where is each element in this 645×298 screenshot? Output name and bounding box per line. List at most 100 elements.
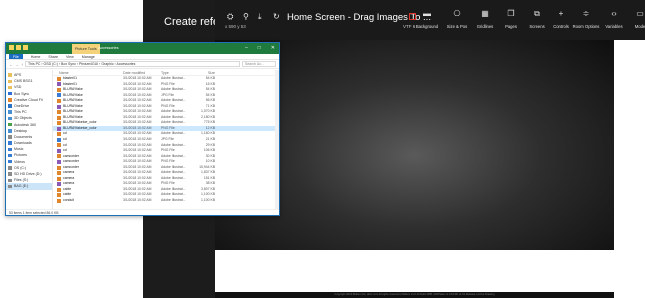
close-icon[interactable]: ✕ bbox=[271, 43, 275, 54]
file-icon bbox=[57, 193, 61, 198]
column-name[interactable]: Name bbox=[53, 70, 123, 75]
lock-icon: ⎔ bbox=[453, 9, 461, 18]
file-name-text: conduit bbox=[63, 198, 74, 203]
cursor-coordinates: x 590 y 53 bbox=[225, 24, 246, 29]
file-icon bbox=[57, 171, 61, 176]
window-name: Accessories bbox=[98, 46, 119, 50]
file-size: 1,100 KB bbox=[201, 198, 215, 203]
file-icon bbox=[57, 165, 61, 170]
drive-icon bbox=[8, 178, 12, 183]
quick-access-toolbar[interactable] bbox=[9, 45, 28, 50]
folder-icon[interactable] bbox=[9, 45, 14, 50]
sliders-icon: ≑ bbox=[582, 9, 590, 18]
cube-icon bbox=[8, 116, 12, 121]
box-icon bbox=[8, 91, 12, 96]
pin-icon[interactable]: ⚲ bbox=[243, 12, 249, 21]
tool-label: Background bbox=[415, 24, 439, 29]
file-icon bbox=[57, 143, 61, 148]
folder-icon[interactable] bbox=[16, 45, 21, 50]
file-icon bbox=[57, 121, 61, 126]
refresh-icon[interactable]: ↻ bbox=[273, 12, 280, 21]
file-icon bbox=[57, 187, 61, 192]
documents-icon bbox=[8, 135, 12, 139]
folder-icon[interactable] bbox=[23, 45, 28, 50]
file-icon bbox=[57, 148, 61, 153]
downloads-icon bbox=[8, 141, 12, 145]
drive-icon bbox=[8, 172, 12, 176]
file-icon bbox=[57, 176, 61, 181]
nav-item-label: BAG (E:) bbox=[14, 184, 29, 189]
folder-icon bbox=[8, 73, 12, 77]
file-icon bbox=[57, 76, 61, 81]
tool-size-pos[interactable]: ⎔ Size & Pos bbox=[442, 9, 472, 29]
videos-icon bbox=[8, 159, 12, 164]
drive-icon bbox=[8, 184, 12, 189]
tool-label: Room Options bbox=[572, 24, 600, 29]
address-bar-row: ← → ↑ This PC › OSD (C:) › Box Sync › Ph… bbox=[6, 60, 279, 69]
ribbon-tab-view[interactable]: View bbox=[66, 54, 74, 59]
file-name: conduit bbox=[53, 198, 123, 204]
footer-text: Copyright 2019 iRidium Inc. altrix.com A… bbox=[334, 293, 495, 296]
file-row[interactable]: conduit 3/1/2018 10:02 AM Adobe Illustrat.… bbox=[53, 198, 279, 204]
column-size[interactable]: Size bbox=[195, 70, 217, 75]
navigation-pane: APS CMS BSG1 VSD Box Sync Creative Cloud Fil… bbox=[6, 70, 53, 209]
minimize-icon[interactable]: – bbox=[245, 43, 248, 54]
file-icon bbox=[57, 93, 61, 98]
file-icon bbox=[57, 104, 61, 109]
tool-label: Mode bbox=[634, 24, 645, 29]
file-icon bbox=[57, 132, 61, 137]
file-date: 3/1/2018 10:02 AM bbox=[123, 198, 152, 203]
forward-arrow-icon[interactable]: → bbox=[15, 62, 19, 67]
picture-tools-tab[interactable]: Picture Tools bbox=[72, 44, 100, 54]
app-toolbar: ⛭ ⚲ ⤓ ↻ Home Screen - Drag Images To ...… bbox=[215, 0, 645, 40]
address-path[interactable]: This PC › OSD (C:) › Box Sync › Phraze4G… bbox=[25, 61, 240, 67]
file-icon bbox=[57, 137, 61, 142]
column-type[interactable]: Type bbox=[161, 70, 195, 75]
file-icon bbox=[57, 126, 61, 131]
download-icon[interactable]: ⤓ bbox=[258, 12, 262, 22]
search-input[interactable]: Search Ac... bbox=[242, 61, 276, 67]
ribbon-tab-manage[interactable]: Manage bbox=[82, 54, 95, 59]
scrollbar[interactable] bbox=[275, 70, 279, 209]
folder-icon bbox=[8, 85, 12, 90]
app-footer: Copyright 2019 iRidium Inc. altrix.com A… bbox=[215, 292, 614, 298]
window-controls: – □ ✕ bbox=[245, 43, 275, 54]
ribbon-tab-share[interactable]: Share bbox=[48, 54, 58, 59]
desktop-icon bbox=[8, 129, 12, 133]
file-icon bbox=[57, 154, 61, 159]
status-bar: 53 items 1 item selected 86.0 KB bbox=[6, 209, 279, 215]
ribbon-tab-file[interactable]: File bbox=[9, 54, 23, 59]
drive-icon bbox=[8, 166, 12, 170]
file-icon bbox=[57, 159, 61, 164]
file-icon bbox=[57, 82, 61, 87]
file-icon bbox=[57, 98, 61, 103]
settings-icon[interactable]: ⛭ bbox=[227, 12, 233, 22]
onedrive-icon bbox=[8, 104, 12, 108]
explorer-titlebar[interactable]: Picture Tools Accessories – □ ✕ bbox=[6, 43, 279, 54]
cloud-icon bbox=[8, 98, 12, 102]
nav-item[interactable]: BAG (E:) bbox=[6, 183, 52, 190]
file-icon bbox=[57, 198, 61, 203]
column-date[interactable]: Date modified bbox=[123, 70, 161, 75]
file-explorer-window[interactable]: Picture Tools Accessories – □ ✕ File Home… bbox=[5, 42, 280, 216]
up-arrow-icon[interactable]: ↑ bbox=[21, 62, 23, 67]
tool-room-options[interactable]: ≑ Room Options bbox=[571, 9, 601, 29]
file-list: Name Date modified Type Size blaster01 3/… bbox=[53, 70, 279, 209]
right-margin bbox=[614, 0, 645, 298]
music-icon bbox=[8, 147, 12, 152]
maximize-icon[interactable]: □ bbox=[258, 43, 261, 54]
file-icon bbox=[57, 182, 61, 187]
pc-icon bbox=[8, 110, 12, 114]
monitor-icon: ▬ bbox=[423, 9, 431, 18]
mode-icon: ▭ bbox=[636, 9, 644, 18]
folder-icon bbox=[8, 79, 12, 84]
tool-background[interactable]: ▬ Background bbox=[412, 9, 442, 29]
file-icon bbox=[57, 87, 61, 92]
back-arrow-icon[interactable]: ← bbox=[9, 62, 13, 67]
autodesk-icon bbox=[8, 122, 12, 127]
tool-mode[interactable]: ▭ Mode bbox=[625, 9, 645, 29]
file-icon bbox=[57, 115, 61, 120]
ribbon-tab-home[interactable]: Home bbox=[31, 54, 41, 59]
tool-label: Size & Pos bbox=[446, 24, 468, 29]
pictures-icon bbox=[8, 153, 12, 158]
